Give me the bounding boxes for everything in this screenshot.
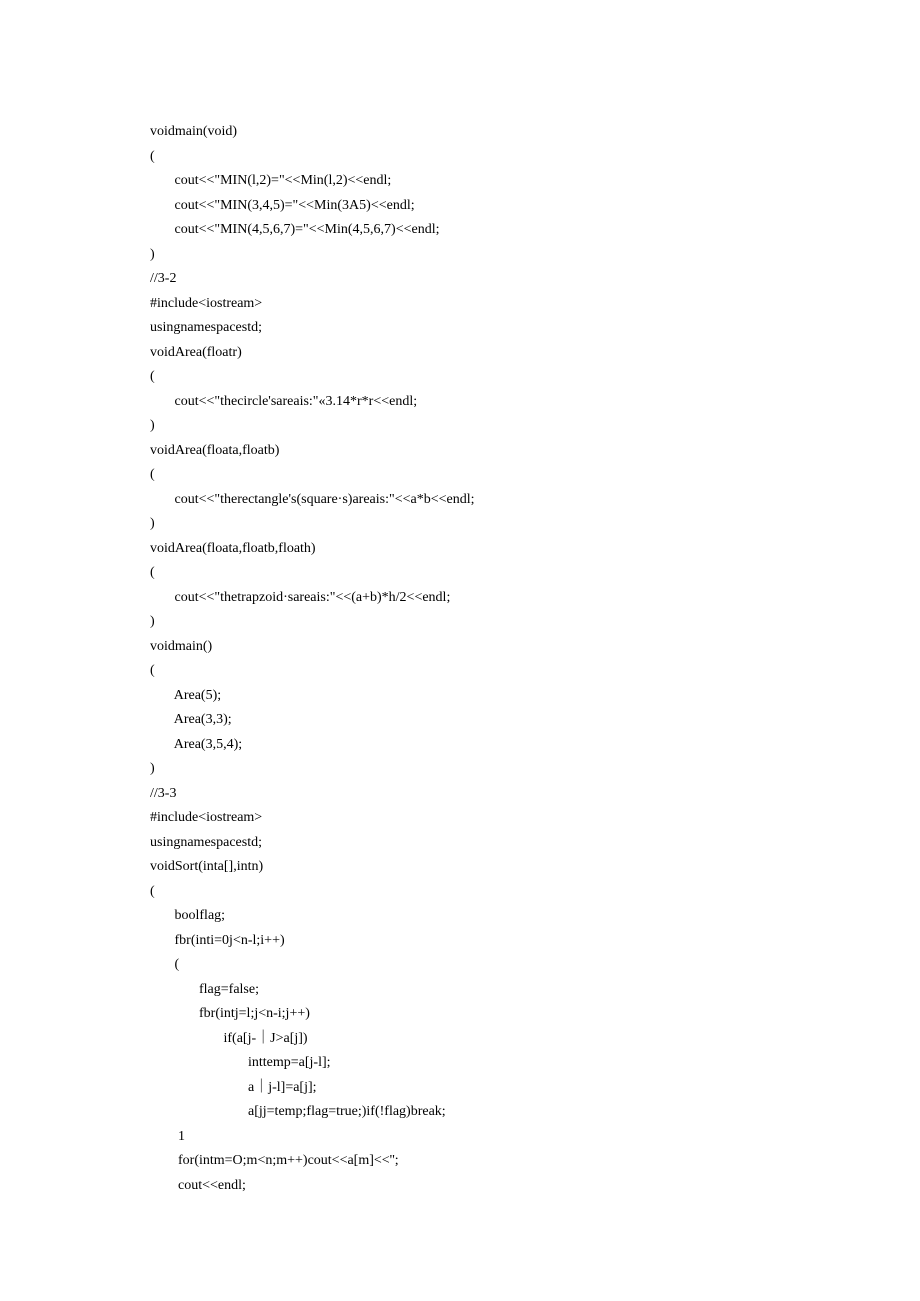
code-line: ) xyxy=(150,243,770,268)
code-line: flag=false; xyxy=(150,978,770,1003)
code-line: Area(3,5,4); xyxy=(150,733,770,758)
code-line: cout<<"MIN(4,5,6,7)="<<Min(4,5,6,7)<<end… xyxy=(150,218,770,243)
code-line: usingnamespacestd; xyxy=(150,316,770,341)
code-line: cout<<"therectangle's(square·s)areais:"<… xyxy=(150,488,770,513)
code-line: cout<<endl; xyxy=(150,1174,770,1199)
code-line: #include<iostream> xyxy=(150,292,770,317)
code-line: //3-3 xyxy=(150,782,770,807)
code-line: ( xyxy=(150,659,770,684)
code-line: for(intm=O;m<n;m++)cout<<a[m]<<''; xyxy=(150,1149,770,1174)
code-line: voidSort(inta[],intn) xyxy=(150,855,770,880)
code-line: Area(5); xyxy=(150,684,770,709)
code-line: usingnamespacestd; xyxy=(150,831,770,856)
code-line: boolflag; xyxy=(150,904,770,929)
code-line: cout<<"thecircle'sareais:"«3.14*r*r<<end… xyxy=(150,390,770,415)
code-line: a｜j-l]=a[j]; xyxy=(150,1076,770,1101)
code-line: voidArea(floata,floatb,floath) xyxy=(150,537,770,562)
code-line: ) xyxy=(150,757,770,782)
code-line: ) xyxy=(150,610,770,635)
code-line: voidArea(floatr) xyxy=(150,341,770,366)
code-line: if(a[j-｜J>a[j]) xyxy=(150,1027,770,1052)
code-line: #include<iostream> xyxy=(150,806,770,831)
code-line: fbr(intj=l;j<n-i;j++) xyxy=(150,1002,770,1027)
code-line: 1 xyxy=(150,1125,770,1150)
code-line: cout<<"MIN(3,4,5)="<<Min(3A5)<<endl; xyxy=(150,194,770,219)
code-line: cout<<"thetrapzoid·sareais:"<<(a+b)*h/2<… xyxy=(150,586,770,611)
code-line: Area(3,3); xyxy=(150,708,770,733)
code-line: voidmain() xyxy=(150,635,770,660)
code-line: ( xyxy=(150,953,770,978)
code-line: ) xyxy=(150,512,770,537)
code-line: fbr(inti=0j<n-l;i++) xyxy=(150,929,770,954)
code-line: cout<<"MIN(l,2)="<<Min(l,2)<<endl; xyxy=(150,169,770,194)
code-line: ( xyxy=(150,145,770,170)
code-line: ( xyxy=(150,463,770,488)
code-line: voidmain(void) xyxy=(150,120,770,145)
code-line: ) xyxy=(150,414,770,439)
code-line: ( xyxy=(150,365,770,390)
code-line: ( xyxy=(150,880,770,905)
code-line: //3-2 xyxy=(150,267,770,292)
code-line: ( xyxy=(150,561,770,586)
code-page: voidmain(void) ( cout<<"MIN(l,2)="<<Min(… xyxy=(0,0,920,1198)
code-line: voidArea(floata,floatb) xyxy=(150,439,770,464)
code-line: inttemp=a[j-l]; xyxy=(150,1051,770,1076)
code-line: a[jj=temp;flag=true;)if(!flag)break; xyxy=(150,1100,770,1125)
